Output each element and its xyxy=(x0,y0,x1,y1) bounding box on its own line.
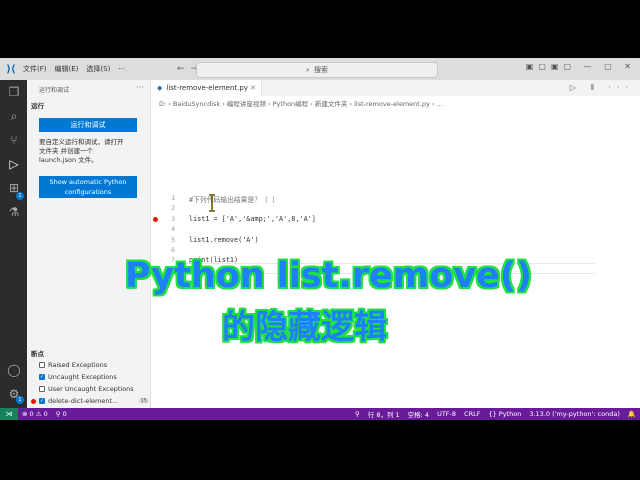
source-control-icon[interactable]: ⑂ xyxy=(6,132,22,148)
cursor-position[interactable]: 行 8，列 1 xyxy=(368,409,400,419)
line-number[interactable]: 6 xyxy=(161,246,175,254)
account-icon[interactable]: ◯ xyxy=(6,362,22,378)
breadcrumb[interactable]: D: › BaiduSyncdisk › 编程讲座视频 › Python编程 ›… xyxy=(159,98,443,108)
breakpoint-line-count: 15 xyxy=(138,398,149,404)
breakpoint-label: Uncaught Exceptions xyxy=(48,373,117,381)
breakpoint-row[interactable]: ✓ Uncaught Exceptions xyxy=(31,372,149,382)
gutter-breakpoint-icon[interactable] xyxy=(153,216,158,222)
line-number[interactable]: 1 xyxy=(161,194,175,202)
problems-status[interactable]: ⊗ 0 ⚠ 0 xyxy=(22,410,48,418)
breakpoint-checkbox[interactable] xyxy=(39,362,45,368)
menu-more[interactable]: ··· xyxy=(114,65,129,73)
section-run-header[interactable]: 运行 xyxy=(31,100,44,110)
run-and-debug-button[interactable]: 运行和调试 xyxy=(39,118,137,132)
editor-area: ◆ list-remove-element.py ✕ ▷ ⫴ ··· D: › … xyxy=(151,80,640,408)
run-debug-sidebar: 运行和调试 ··· 运行 运行和调试 要自定义运行和调试，请打开 文件夹 并创建… xyxy=(27,80,151,417)
launch-json-info: 要自定义运行和调试，请打开 文件夹 并创建一个 launch.json 文件。 xyxy=(39,138,124,164)
tab-bar: ◆ list-remove-element.py ✕ ▷ ⫴ ··· xyxy=(151,80,640,96)
settings-badge: 1 xyxy=(16,396,24,404)
search-view-icon[interactable]: ⌕ xyxy=(6,108,22,124)
window-controls-icon[interactable]: ▣▢▣▢ — ▢ ✕ xyxy=(526,62,636,71)
close-tab-icon[interactable]: ✕ xyxy=(250,84,256,92)
python-interpreter[interactable]: 3.13.0 ('my-python': conda) xyxy=(529,410,620,418)
breakpoint-checkbox[interactable]: ✓ xyxy=(39,398,45,404)
line-number[interactable]: 2 xyxy=(161,204,175,212)
command-center-search[interactable]: ⌕ 搜索 xyxy=(196,62,438,78)
run-debug-icon[interactable]: ▷ xyxy=(6,156,22,172)
breakpoint-label: User Uncaught Exceptions xyxy=(48,385,134,393)
breakpoint-checkbox[interactable]: ✓ xyxy=(39,374,45,380)
breakpoint-dot-icon xyxy=(31,387,36,392)
menu-edit[interactable]: 编辑(E) xyxy=(51,64,83,74)
notifications-icon[interactable]: 🔔 xyxy=(628,410,636,418)
remote-indicator-icon[interactable]: ⋊ xyxy=(0,408,18,420)
overlay-title-line1: Python list.remove() xyxy=(125,256,532,296)
menu-file[interactable]: 文件(F) xyxy=(19,64,51,74)
language-mode[interactable]: {} Python xyxy=(488,410,521,418)
section-breakpoints-header[interactable]: 断点 xyxy=(31,348,44,358)
code-line[interactable]: #下列代码输出结果是？（ ） xyxy=(189,194,279,204)
extensions-badge: 1 xyxy=(16,192,24,200)
show-python-configurations-button[interactable]: Show automatic Python configurations xyxy=(39,176,137,198)
encoding[interactable]: UTF-8 xyxy=(437,410,456,418)
tab-list-remove-element[interactable]: ◆ list-remove-element.py ✕ xyxy=(151,80,262,96)
code-line[interactable]: list1 = ['A','&amp;','A',8,'A'] xyxy=(189,215,316,223)
title-bar: ⟩⟨ 文件(F) 编辑(E) 选择(S) ··· ←→ ⌕ 搜索 ▣▢▣▢ — … xyxy=(0,58,640,80)
vscode-window: ⟩⟨ 文件(F) 编辑(E) 选择(S) ··· ←→ ⌕ 搜索 ▣▢▣▢ — … xyxy=(0,58,640,420)
menu-selection[interactable]: 选择(S) xyxy=(82,64,114,74)
testing-icon[interactable]: ⚗ xyxy=(6,204,22,220)
search-icon: ⌕ xyxy=(306,65,310,74)
tab-label: list-remove-element.py xyxy=(166,84,248,92)
breakpoint-checkbox[interactable] xyxy=(39,386,45,392)
explorer-icon[interactable]: ❐ xyxy=(6,84,22,100)
line-number[interactable]: 4 xyxy=(161,225,175,233)
breakpoint-label: delete-dict-element... xyxy=(48,397,119,405)
end-of-line[interactable]: CRLF xyxy=(464,410,480,418)
overlay-title-line2: 的隐藏逻辑 xyxy=(222,307,387,346)
breakpoint-row[interactable]: Raised Exceptions xyxy=(31,360,149,370)
indentation[interactable]: 空格: 4 xyxy=(408,409,429,419)
ibeam-cursor-icon xyxy=(209,194,215,212)
python-file-icon: ◆ xyxy=(157,84,163,92)
breakpoint-dot-icon xyxy=(31,363,36,368)
sidebar-title: 运行和调试 xyxy=(39,87,70,94)
breakpoint-row[interactable]: User Uncaught Exceptions xyxy=(31,384,149,394)
code-line[interactable]: list1.remove('A') xyxy=(189,236,259,244)
activity-bar: ❐ ⌕ ⑂ ▷ ⊞ 1 ⚗ ◯ ⚙ 1 xyxy=(0,80,27,408)
status-bar: ⋊ ⊗ 0 ⚠ 0 ⚲ 0 ⚲ 行 8，列 1 空格: 4 UTF-8 CRLF… xyxy=(0,408,640,420)
breakpoint-row[interactable]: ✓ delete-dict-element... 15 xyxy=(31,396,149,406)
breakpoint-label: Raised Exceptions xyxy=(48,361,108,369)
zoom-icon[interactable]: ⚲ xyxy=(355,410,360,418)
more-actions-icon[interactable]: ··· xyxy=(136,83,144,92)
line-number[interactable]: 3 xyxy=(161,215,175,223)
search-placeholder: 搜索 xyxy=(313,66,328,74)
ports-status[interactable]: ⚲ 0 xyxy=(56,410,67,418)
breakpoint-dot-icon xyxy=(31,375,36,380)
line-number[interactable]: 5 xyxy=(161,236,175,244)
breakpoint-dot-icon xyxy=(31,398,36,404)
vscode-logo-icon: ⟩⟨ xyxy=(6,63,16,75)
editor-actions-icon[interactable]: ▷ ⫴ ··· xyxy=(570,83,634,93)
